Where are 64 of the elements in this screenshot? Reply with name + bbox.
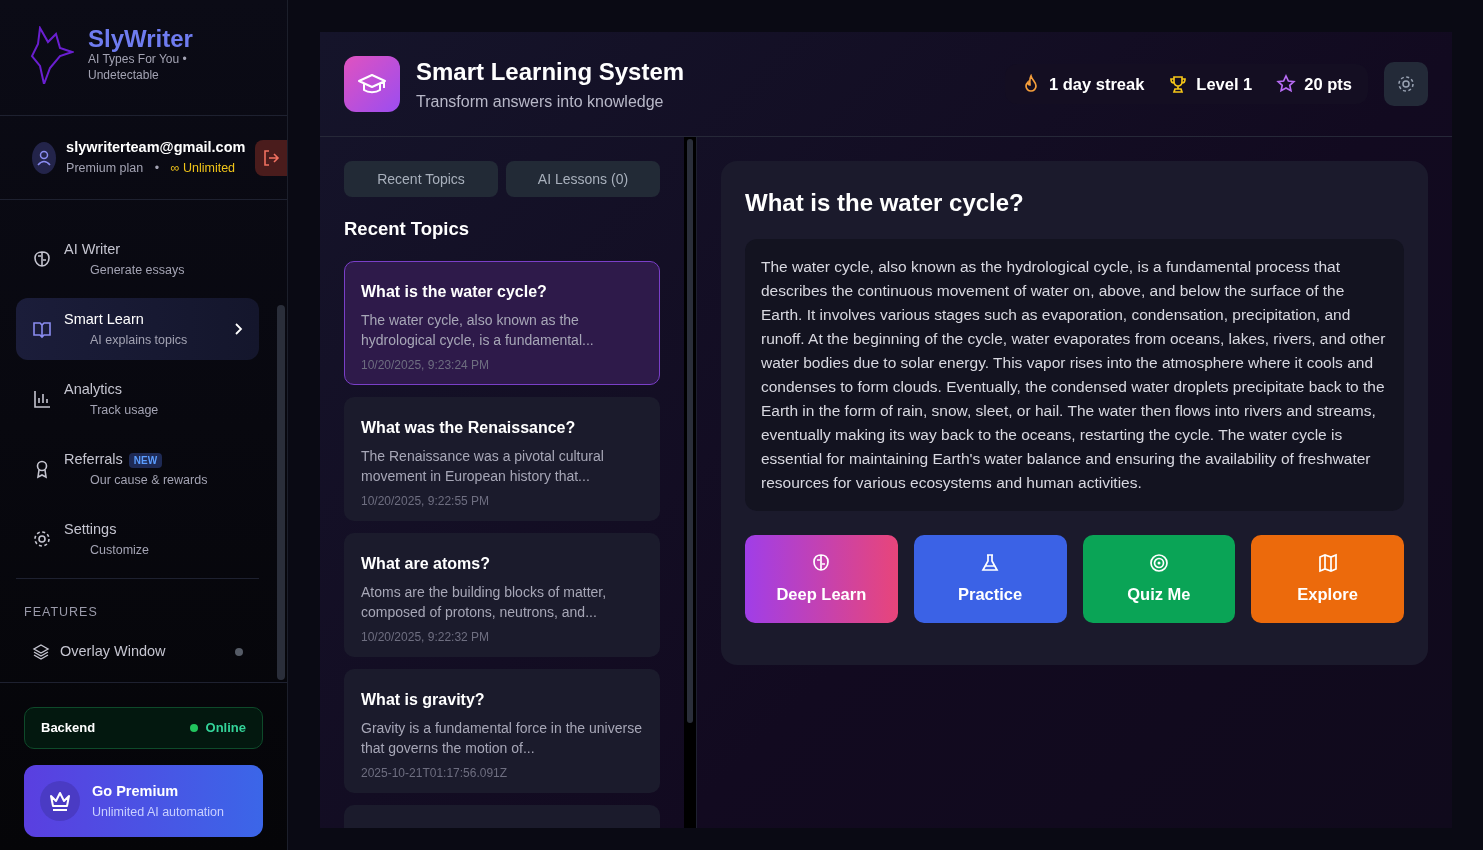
graduation-cap-icon <box>344 56 400 112</box>
logout-button[interactable] <box>255 139 287 176</box>
brain-icon <box>32 249 52 269</box>
page-title: Smart Learning System <box>416 57 685 87</box>
quota-label: ∞ Unlimited <box>170 161 236 175</box>
nav-item[interactable]: Analytics Track usage <box>16 368 259 430</box>
topic-title: What is the water cycle? <box>361 281 548 302</box>
bar-chart-icon <box>32 389 52 409</box>
topic-preview: Gravity is a fundamental force in the universe that governs the motion of... <box>361 718 643 758</box>
separator-dot: • <box>154 161 160 175</box>
topic-timestamp: 10/20/2025, 9:23:24 PM <box>361 356 491 374</box>
brand-name: SlyWriter <box>88 26 194 53</box>
chevron-right-icon <box>233 322 243 336</box>
scrollbar[interactable] <box>277 305 285 680</box>
list-heading: Recent Topics <box>344 217 471 241</box>
topic-timestamp: 10/20/2025, 9:22:32 PM <box>361 628 491 646</box>
answer-text: The water cycle, also known as the hydrological cycle, is a fundamental process that describes the continuous movement of water on, above, and below the surface of the Earth. It involves various stages such as evaporation, condensation, precipitation, and runoff. At the beginning of the cycle, water evaporates from oceans, lakes, rivers, and other water bodies due to solar energy. This vapor rises into the atmosphere where it cools and condenses to form clouds. Eventually, the condensed water droplets precipitate back to the Earth in the form of rain, snow, sleet, or hail. The water then flows into rivers and streams, eventually making its way back to the oceans, restarting the cycle. The water cycle is essential for maintaining Earth's water balance and ensuring the availability of freshwater resources for various ecosystems and human activities. <box>745 239 1404 511</box>
topic-title: What is gravity? <box>361 689 486 710</box>
brand-tagline: AI Types For You • Undetectable <box>88 52 188 84</box>
trophy-icon <box>1168 74 1189 94</box>
section-heading: FEATURES <box>16 578 259 632</box>
logout-icon <box>262 148 281 167</box>
status-text: Online <box>205 719 246 738</box>
topic-timestamp: 2025-10-21T01:17:56.091Z <box>361 764 509 782</box>
page-subtitle: Transform answers into knowledge <box>416 92 665 112</box>
book-icon <box>32 319 52 339</box>
feature-item[interactable]: Overlay Window <box>16 631 259 672</box>
user-avatar-icon <box>32 141 57 174</box>
tab[interactable]: Recent Topics <box>344 161 498 197</box>
stat-label: 20 pts <box>1304 73 1352 95</box>
new-badge: NEW <box>128 452 163 468</box>
topic-title: What was the Renaissance? <box>361 417 577 438</box>
action-button[interactable]: Practice <box>913 535 1067 623</box>
topic-card[interactable]: What is the water cycle? The water cycle, also known as the hydrological cycle, is a fundamental... 10/20/2025, 9:23:24 PM <box>344 260 660 385</box>
settings-icon <box>32 529 52 549</box>
settings-button[interactable] <box>1384 62 1428 106</box>
map-icon <box>1316 551 1339 574</box>
user-email: slywriterteam@gmail.com <box>66 138 246 158</box>
crown-icon <box>40 781 80 821</box>
topic-card[interactable]: What is gravity? Gravity is a fundamental force in the universe that governs the motion of... 2025-10-21T01:17:56.091Z <box>344 668 660 793</box>
scrollbar[interactable] <box>687 139 693 723</box>
plan-label: Premium plan <box>66 161 144 175</box>
target-icon <box>1147 551 1170 574</box>
topic-timestamp: 10/20/2025, 9:22:55 PM <box>361 492 491 510</box>
nav-item[interactable]: Referrals NEW Our cause & rewards <box>16 438 259 500</box>
nav-item[interactable]: Settings Customize <box>16 508 259 570</box>
backend-label: Backend <box>41 719 96 738</box>
topic-preview: The water cycle, also known as the hydrological cycle, is a fundamental... <box>361 310 595 350</box>
topic-card[interactable]: What are atoms? Atoms are the building blocks of matter, composed of protons, neutrons, and... 10/20/2025, 9:22:32 PM <box>344 532 660 657</box>
tab[interactable]: AI Lessons (0) <box>506 161 660 197</box>
nav-item[interactable]: AI Writer Generate essays <box>16 228 259 290</box>
topic-preview: Atoms are the building blocks of matter, composed of protons, neutrons, and... <box>361 582 608 622</box>
topic-card[interactable]: What was the Renaissance? The Renaissance was a pivotal cultural movement in European history that... 10/20/2025, 9:22:55 PM <box>344 396 660 521</box>
topic-title: What are atoms? <box>361 553 491 574</box>
layers-icon <box>32 642 50 661</box>
star-icon <box>1276 74 1297 94</box>
action-button[interactable]: Deep Learn <box>745 535 898 623</box>
answer-question: What is the water cycle? <box>745 188 1025 218</box>
go-premium-button[interactable]: Go Premium Unlimited AI automation <box>24 765 263 837</box>
nav-item[interactable]: Smart Learn AI explains topics <box>16 298 259 360</box>
stat-label: Level 1 <box>1196 73 1253 95</box>
topic-preview: The Renaissance was a pivotal cultural movement in European history that... <box>361 446 605 486</box>
settings-icon <box>1396 74 1416 94</box>
stat-label: 1 day streak <box>1048 73 1145 95</box>
